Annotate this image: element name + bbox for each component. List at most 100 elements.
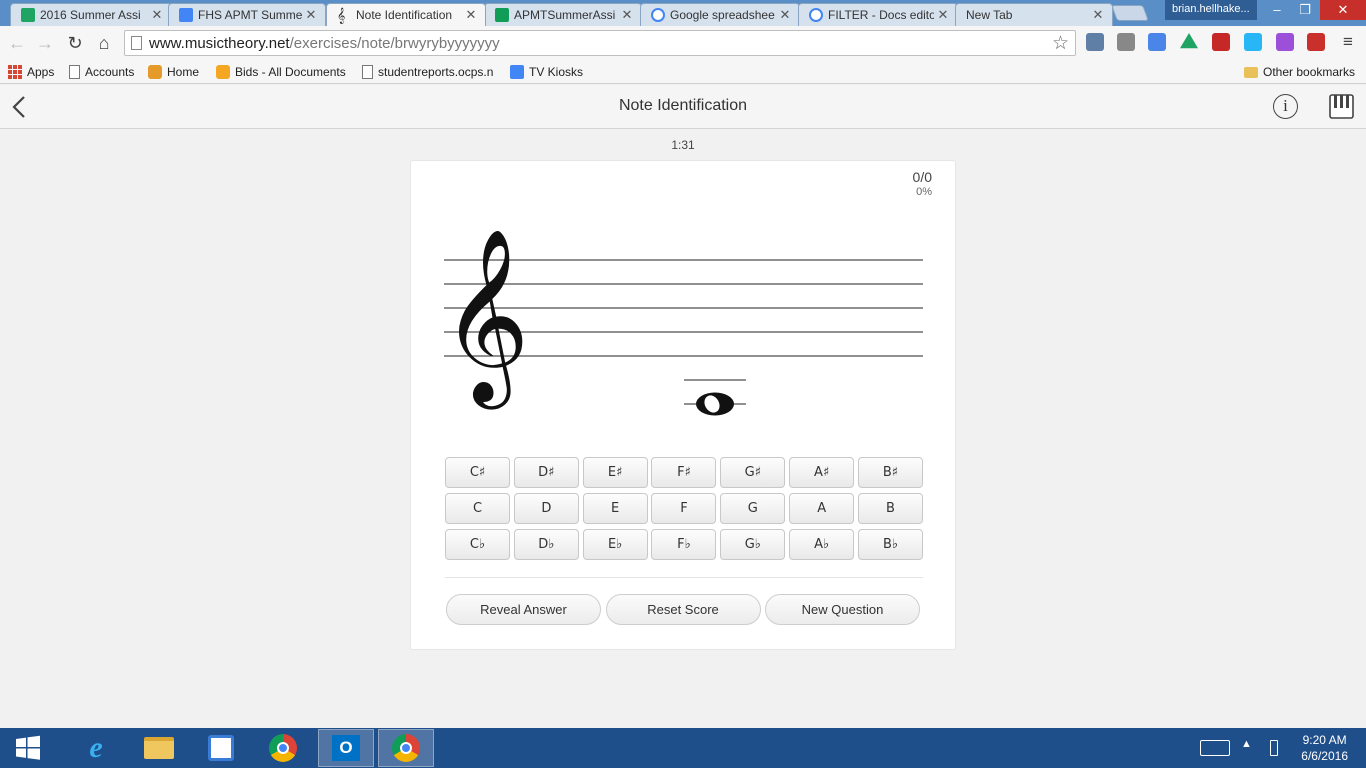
bookmark-studentreports[interactable]: studentreports.ocps.n [362,63,493,81]
minimize-icon[interactable]: ‒ [1264,0,1290,20]
google-icon [651,8,665,22]
translate-extension-icon[interactable] [1148,33,1166,51]
menu-icon[interactable]: ≡ [1339,33,1357,51]
system-clock[interactable]: 9:20 AM 6/6/2016 [1301,732,1348,764]
tab-apmt-sheet[interactable]: APMTSummerAssi ✕ [484,3,642,26]
bookmark-extension-icon[interactable] [1212,33,1230,51]
close-icon[interactable]: ✕ [305,7,317,23]
close-icon[interactable]: ✕ [937,7,949,23]
show-hidden-icons-icon[interactable]: ▲ [1241,738,1252,750]
file-explorer-taskbar-button[interactable] [131,729,187,767]
note-button-g-sharp[interactable]: G♯ [720,457,786,488]
chrome-active-taskbar-button[interactable] [378,729,434,767]
restore-icon[interactable]: ❐ [1292,0,1318,20]
chrome-taskbar-button[interactable] [255,729,311,767]
tab-label: FILTER - Docs edito [828,8,934,22]
internet-explorer-taskbar-button[interactable]: e [68,729,124,767]
bookmark-bids[interactable]: Bids - All Documents [216,63,346,81]
note-button-c-sharp[interactable]: C♯ [445,457,510,488]
extension-icon[interactable] [1086,33,1104,51]
note-button-a-flat[interactable]: A♭ [789,529,855,560]
piano-keyboard-icon[interactable] [1329,94,1354,119]
address-bar[interactable]: www.musictheory.net/exercises/note/brwyr… [124,30,1076,56]
bids-site-icon [216,65,230,79]
bookmark-apps[interactable]: Apps [8,63,54,81]
note-button-g[interactable]: G [720,493,786,524]
page-icon [362,65,373,79]
tab-google-spreadsheet[interactable]: Google spreadshee ✕ [640,3,800,26]
profile-button[interactable]: brian.hellhake... [1165,0,1257,20]
note-button-b-flat[interactable]: B♭ [857,529,923,560]
exercise-card: 0/0 0% 𝄞 C♯ D♯ E♯ F♯ G♯ A♯ B♯ C D E F G … [410,160,956,650]
note-button-f[interactable]: F [651,493,717,524]
app-taskbar-button[interactable] [193,729,249,767]
note-button-a[interactable]: A [789,493,855,524]
close-icon[interactable]: ✕ [151,7,163,23]
note-button-e[interactable]: E [582,493,648,524]
note-button-e-flat[interactable]: E♭ [582,529,648,560]
note-button-d-sharp[interactable]: D♯ [513,457,579,488]
new-question-button[interactable]: New Question [765,594,920,625]
note-button-f-flat[interactable]: F♭ [651,529,717,560]
note-button-d[interactable]: D [513,493,579,524]
outlook-taskbar-button[interactable]: O [318,729,374,767]
chrome-icon [392,734,420,762]
google-docs-icon [510,65,524,79]
acrobat-icon[interactable] [1307,33,1325,51]
tab-fhs-apmt[interactable]: FHS APMT Summe ✕ [168,3,326,26]
app-icon [208,735,234,761]
puzzle-extension-icon[interactable] [1276,33,1294,51]
close-window-icon[interactable]: ✕ [1320,0,1366,20]
cloud-extension-icon[interactable] [1244,33,1262,51]
page-icon [69,65,80,79]
bookmark-label: Bids - All Documents [235,65,346,79]
bookmark-star-icon[interactable]: ☆ [1052,32,1069,55]
bookmark-home[interactable]: Home [148,63,199,81]
close-icon[interactable]: ✕ [1092,7,1104,23]
treble-clef-icon: 𝄞 [441,228,530,410]
note-button-f-sharp[interactable]: F♯ [651,457,717,488]
note-button-b[interactable]: B [857,493,923,524]
tab-label: New Tab [966,8,1013,22]
close-icon[interactable]: ✕ [621,7,633,23]
reset-score-button[interactable]: Reset Score [605,594,761,625]
new-tab-button[interactable] [1111,5,1149,21]
other-bookmarks[interactable]: Other bookmarks [1244,63,1355,81]
note-button-a-sharp[interactable]: A♯ [789,457,855,488]
back-icon[interactable]: ← [6,32,28,54]
bookmark-accounts[interactable]: Accounts [69,63,134,81]
reveal-answer-button[interactable]: Reveal Answer [446,594,601,625]
url-path: /exercises/note/brwyrybyyyyyyy [289,34,500,52]
note-button-d-flat[interactable]: D♭ [513,529,579,560]
flat-row: C♭ D♭ E♭ F♭ G♭ A♭ B♭ [445,529,923,560]
note-button-c-flat[interactable]: C♭ [445,529,510,560]
bookmark-tv-kiosks[interactable]: TV Kiosks [510,63,583,81]
bookmark-label: TV Kiosks [529,65,584,79]
note-button-b-sharp[interactable]: B♯ [857,457,923,488]
note-button-g-flat[interactable]: G♭ [720,529,786,560]
sharp-row: C♯ D♯ E♯ F♯ G♯ A♯ B♯ [445,457,923,488]
tab-label: FHS APMT Summe [198,8,302,22]
tab-summer-assignment[interactable]: 2016 Summer Assi ✕ [10,3,172,26]
note-button-c[interactable]: C [445,493,510,524]
close-icon[interactable]: ✕ [465,7,477,23]
reload-icon[interactable]: ↻ [64,32,86,54]
natural-row: C D E F G A B [445,493,923,524]
tab-note-identification[interactable]: 𝄞 Note Identification ✕ [326,3,486,26]
tab-new-tab[interactable]: New Tab ✕ [955,3,1113,26]
home-icon[interactable]: ⌂ [93,32,115,54]
note-button-e-sharp[interactable]: E♯ [582,457,648,488]
battery-icon[interactable] [1270,740,1278,756]
page-icon [131,36,142,50]
mail-extension-icon[interactable] [1117,33,1135,51]
close-icon[interactable]: ✕ [779,7,791,23]
start-button[interactable] [0,729,56,767]
tab-filter-docs[interactable]: FILTER - Docs edito ✕ [798,3,958,26]
forward-icon[interactable]: → [34,32,56,54]
folder-icon [1244,66,1258,78]
touch-keyboard-icon[interactable] [1200,740,1230,756]
apps-grid-icon [8,65,22,79]
exercise-timer: 1:31 [671,138,695,152]
info-icon[interactable]: i [1273,94,1298,119]
note-button-grid: C♯ D♯ E♯ F♯ G♯ A♯ B♯ C D E F G A B C♭ D♭… [445,457,923,565]
